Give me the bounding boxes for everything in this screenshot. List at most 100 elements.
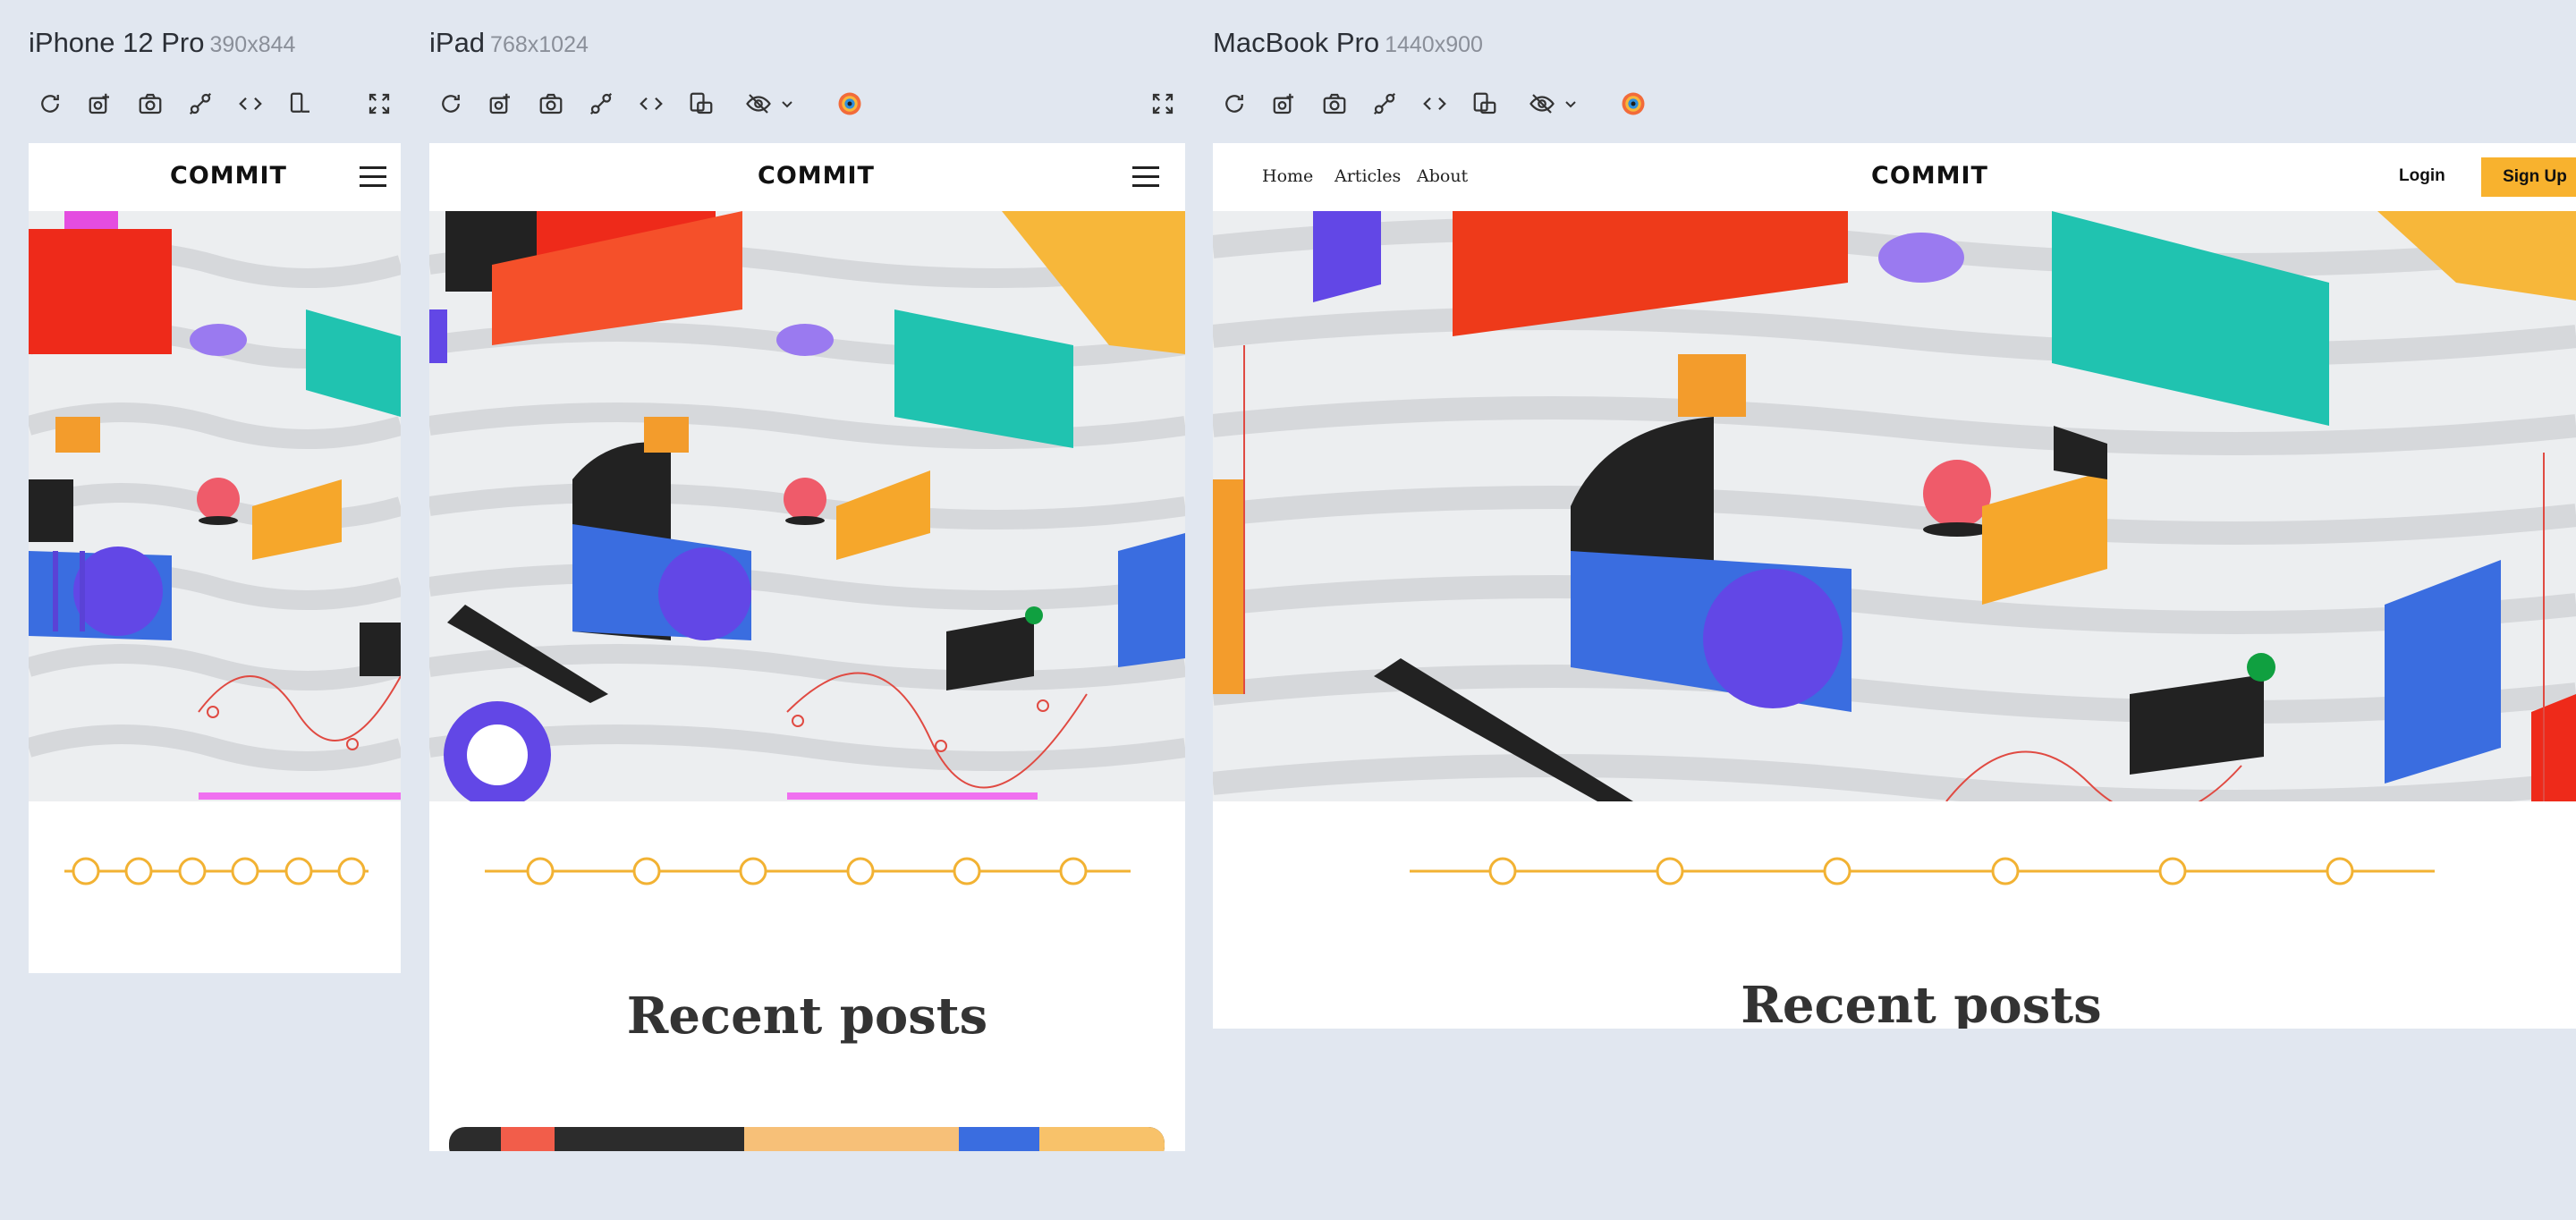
hide-button[interactable] — [1524, 86, 1560, 122]
device-size: 390x844 — [209, 32, 296, 57]
code-button[interactable] — [1417, 86, 1453, 122]
device-size: 768x1024 — [490, 32, 589, 57]
device-title: iPhone 12 Pro 390x844 — [29, 27, 295, 59]
device-size: 1440x900 — [1385, 32, 1483, 57]
timeline-dot — [178, 857, 207, 885]
sync-scroll-button[interactable] — [1367, 86, 1402, 122]
code-icon — [640, 97, 663, 111]
fullscreen-icon — [369, 93, 390, 114]
code-button[interactable] — [633, 86, 669, 122]
code-icon — [1423, 97, 1446, 111]
hero-illustration — [1213, 211, 2576, 801]
timeline-dot — [1823, 857, 1852, 885]
timeline-dot — [1656, 857, 1684, 885]
hero-illustration — [429, 211, 1185, 801]
hide-icon — [746, 94, 771, 114]
rotate-device-button[interactable] — [283, 86, 318, 122]
timeline-dot — [526, 857, 555, 885]
screenshot-button[interactable] — [533, 86, 569, 122]
reload-button[interactable] — [1216, 86, 1252, 122]
timeline — [485, 857, 1131, 885]
hide-button[interactable] — [741, 86, 776, 122]
login-button[interactable]: Login — [2399, 166, 2445, 186]
reload-button[interactable] — [32, 86, 68, 122]
timeline-dot — [953, 857, 981, 885]
timeline — [64, 857, 369, 885]
hide-icon — [1530, 94, 1555, 114]
hero-art — [1213, 211, 2576, 801]
timeline-dot — [284, 857, 313, 885]
reload-icon — [1225, 95, 1243, 113]
sync-scroll-icon — [589, 92, 613, 115]
fullscreen-button[interactable] — [361, 86, 397, 122]
color-picker-button[interactable] — [832, 86, 868, 122]
reload-icon — [442, 95, 460, 113]
color-picker-icon — [1622, 92, 1645, 115]
camera-icon — [139, 93, 162, 114]
device-title: MacBook Pro 1440x900 — [1213, 27, 1483, 59]
rotate-device-button[interactable] — [683, 86, 719, 122]
rotate-device-button[interactable] — [1467, 86, 1503, 122]
hide-options-dropdown[interactable] — [776, 86, 798, 122]
post-card-image[interactable] — [449, 1127, 1165, 1151]
screenshot-button[interactable] — [132, 86, 168, 122]
hide-options-dropdown[interactable] — [1560, 86, 1581, 122]
hero-art — [429, 211, 1185, 801]
color-picker-button[interactable] — [1615, 86, 1651, 122]
timeline-dot — [1991, 857, 2020, 885]
reload-button[interactable] — [433, 86, 469, 122]
menu-button[interactable] — [360, 166, 386, 188]
site-logo[interactable]: COMMIT — [758, 162, 875, 190]
timeline-dot — [231, 857, 259, 885]
timeline-dot — [1059, 857, 1088, 885]
nav-articles[interactable]: Articles — [1335, 166, 1401, 186]
color-picker-icon — [838, 92, 861, 115]
camera-icon — [539, 93, 563, 114]
rotate-device-icon — [690, 92, 713, 114]
device-frame-macbook: Home Articles About COMMIT Login Sign Up — [1213, 143, 2576, 1029]
screenshot-all-button[interactable] — [483, 86, 519, 122]
code-icon — [239, 97, 262, 111]
nav-home[interactable]: Home — [1262, 166, 1313, 186]
rotate-device-icon — [1473, 92, 1496, 114]
sync-scroll-icon — [189, 92, 212, 115]
timeline-dot — [124, 857, 153, 885]
device-pane-iphone: iPhone 12 Pro 390x844 COMMIT — [29, 0, 404, 1220]
device-name: iPhone 12 Pro — [29, 27, 205, 58]
screenshot-all-button[interactable] — [82, 86, 118, 122]
device-frame-iphone: COMMIT — [29, 143, 401, 973]
menu-button[interactable] — [1132, 166, 1159, 188]
timeline — [1410, 857, 2435, 885]
fullscreen-icon — [1152, 93, 1174, 114]
timeline-dot — [2326, 857, 2354, 885]
recent-posts-heading: Recent posts — [1741, 976, 2102, 1029]
screenshot-button[interactable] — [1317, 86, 1352, 122]
timeline-dot — [337, 857, 366, 885]
screenshot-all-button[interactable] — [1267, 86, 1302, 122]
hero-illustration — [29, 211, 401, 801]
timeline-dot — [632, 857, 661, 885]
timeline-dot — [1488, 857, 1517, 885]
reload-icon — [41, 95, 59, 113]
nav-about[interactable]: About — [1417, 166, 1468, 186]
fullscreen-button[interactable] — [1145, 86, 1181, 122]
device-title: iPad 768x1024 — [429, 27, 589, 59]
camera-icon — [1323, 93, 1346, 114]
timeline-dot — [72, 857, 100, 885]
recent-posts-heading: Recent posts — [626, 987, 988, 1046]
device-name: MacBook Pro — [1213, 27, 1380, 58]
site-logo[interactable]: COMMIT — [1871, 162, 1988, 190]
code-button[interactable] — [233, 86, 268, 122]
timeline-dot — [846, 857, 875, 885]
site-logo[interactable]: COMMIT — [170, 162, 287, 190]
device-pane-ipad: iPad 768x1024 COMMIT Recent posts — [429, 0, 1190, 1220]
sync-scroll-button[interactable] — [182, 86, 218, 122]
device-name: iPad — [429, 27, 486, 58]
chevron-down-icon — [782, 101, 792, 108]
signup-button[interactable]: Sign Up — [2481, 157, 2576, 197]
sync-scroll-button[interactable] — [583, 86, 619, 122]
timeline-dot — [2158, 857, 2187, 885]
screenshot-all-icon — [489, 93, 510, 114]
device-pane-macbook: MacBook Pro 1440x900 Home Articles About … — [1213, 0, 2576, 1220]
device-frame-ipad: COMMIT Recent posts — [429, 143, 1185, 1151]
